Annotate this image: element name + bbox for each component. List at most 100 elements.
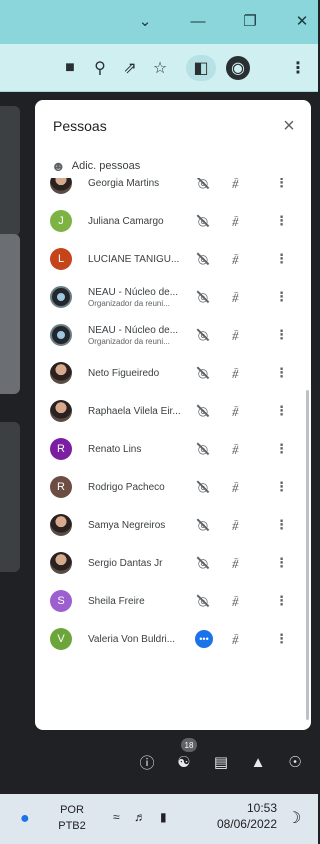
profile-icon[interactable]: ◉ — [226, 56, 250, 80]
more-options-icon[interactable]: ⋮ — [275, 251, 288, 267]
more-options-icon[interactable]: ⋮ — [275, 593, 288, 609]
pin-icon[interactable]: ⧤ — [232, 214, 239, 229]
participant-info: Valeria Von Buldri... — [88, 634, 188, 645]
participant-row[interactable]: NEAU - Núcleo de... Organizador da reuni.… — [35, 316, 311, 354]
people-count-badge: 18 — [181, 738, 197, 752]
clock[interactable]: 10:53 08/06/2022 — [197, 800, 277, 832]
restore-icon[interactable]: ❐ — [237, 8, 263, 34]
mic-off-icon[interactable]: ◎ — [195, 403, 211, 419]
mic-off-icon[interactable]: ◎ — [195, 178, 211, 191]
pin-icon[interactable]: ⧤ — [232, 290, 239, 305]
activities-icon[interactable]: ▲ — [246, 750, 270, 774]
battery-icon[interactable]: ▮ — [160, 810, 167, 824]
participant-row[interactable]: Georgia Martins ◎ ⧤ ⋮ — [35, 178, 311, 202]
participant-row[interactable]: R Rodrigo Pacheco ◎ ⧤ ⋮ — [35, 468, 311, 506]
more-options-icon[interactable]: ⋮ — [275, 517, 288, 533]
mic-off-icon[interactable]: ◎ — [195, 517, 211, 533]
scrollbar[interactable] — [306, 390, 309, 720]
participant-name: Neto Figueiredo — [88, 367, 160, 379]
participant-name: NEAU - Núcleo de... — [88, 286, 179, 298]
mic-off-icon[interactable]: ◎ — [195, 441, 211, 457]
more-options-icon[interactable]: ⋮ — [275, 213, 288, 229]
participant-row[interactable]: Raphaela Vilela Eir... ◎ ⧤ ⋮ — [35, 392, 311, 430]
pin-icon[interactable]: ⧤ — [232, 556, 239, 571]
participant-row[interactable]: L LUCIANE TANIGU... ◎ ⧤ ⋮ — [35, 240, 311, 278]
participant-row[interactable]: Samya Negreiros ◎ ⧤ ⋮ — [35, 506, 311, 544]
pin-icon[interactable]: ⧤ — [232, 518, 239, 533]
more-options-icon[interactable]: ⋮ — [275, 289, 288, 305]
participant-info: Samya Negreiros — [88, 520, 188, 531]
pin-icon[interactable]: ⧤ — [232, 252, 239, 267]
participant-name: Sheila Freire — [88, 595, 145, 607]
mic-off-icon[interactable]: ◎ — [195, 593, 211, 609]
minimize-icon[interactable]: — — [185, 8, 211, 34]
participant-info: Rodrigo Pacheco — [88, 482, 188, 493]
pin-icon[interactable]: ⧤ — [232, 632, 239, 647]
video-tile — [0, 106, 20, 236]
chevron-down-icon[interactable]: ⌄ — [132, 8, 158, 34]
participant-row[interactable]: J Juliana Camargo ◎ ⧤ ⋮ — [35, 202, 311, 240]
more-options-icon[interactable]: ⋮ — [275, 441, 288, 457]
more-options-icon[interactable]: ⋮ — [275, 365, 288, 381]
more-options-icon[interactable]: ⋮ — [275, 479, 288, 495]
more-options-icon[interactable]: ⋮ — [275, 178, 288, 191]
sidebar-icon[interactable]: ◧ — [186, 55, 216, 81]
participant-row[interactable]: Neto Figueiredo ◎ ⧤ ⋮ — [35, 354, 311, 392]
add-people-button[interactable]: ☻ Adic. pessoas — [51, 158, 140, 174]
participant-row[interactable]: Sergio Dantas Jr ◎ ⧤ ⋮ — [35, 544, 311, 582]
more-options-icon[interactable]: ⋮ — [275, 327, 288, 343]
people-icon[interactable]: ☯ — [172, 750, 196, 774]
participant-row[interactable]: S Sheila Freire ◎ ⧤ ⋮ — [35, 582, 311, 620]
share-icon[interactable]: ⇗ — [118, 56, 142, 80]
pin-icon[interactable]: ⧤ — [232, 594, 239, 609]
more-options-icon[interactable]: ⋮ — [275, 555, 288, 571]
participant-info: Sheila Freire — [88, 596, 188, 607]
camera-icon[interactable]: ■ — [58, 56, 82, 80]
language-indicator[interactable]: POR PTB2 — [52, 802, 92, 834]
add-person-icon: ☻ — [51, 158, 66, 174]
wifi-icon[interactable]: ≈ — [113, 810, 120, 824]
mic-off-icon[interactable]: ◎ — [195, 479, 211, 495]
avatar: V — [50, 628, 72, 650]
pin-icon[interactable]: ⧤ — [232, 366, 239, 381]
participants-list[interactable]: Georgia Martins ◎ ⧤ ⋮ J Juliana Camargo ◎ ⧤ ⋮ L LU… — [35, 178, 311, 730]
pin-icon[interactable]: ⧤ — [232, 328, 239, 343]
participant-row[interactable]: R Renato Lins ◎ ⧤ ⋮ — [35, 430, 311, 468]
pin-icon[interactable]: ⧤ — [232, 178, 239, 191]
mic-off-icon[interactable]: ◎ — [195, 251, 211, 267]
volume-icon[interactable]: ♬ — [134, 810, 146, 824]
avatar: R — [50, 476, 72, 498]
mic-off-icon[interactable]: ◎ — [195, 327, 211, 343]
pin-icon[interactable]: ⧤ — [232, 442, 239, 457]
zoom-icon[interactable]: ⚲ — [88, 56, 112, 80]
avatar — [50, 178, 72, 194]
mic-off-icon[interactable]: ◎ — [195, 555, 211, 571]
star-icon[interactable]: ☆ — [148, 56, 172, 80]
language-bottom: PTB2 — [58, 820, 86, 832]
participant-row[interactable]: V Valeria Von Buldri... ••• ⧤ ⋮ — [35, 620, 311, 658]
menu-icon[interactable]: ⋮ — [286, 56, 310, 80]
chat-icon[interactable]: ▤ — [209, 750, 233, 774]
info-icon[interactable]: ⓘ — [135, 750, 159, 774]
microphone-icon[interactable]: ● — [20, 810, 30, 828]
more-actions-icon[interactable]: ••• — [195, 630, 213, 648]
avatar — [50, 400, 72, 422]
pin-icon[interactable]: ⧤ — [232, 480, 239, 495]
panel-title: Pessoas — [53, 118, 107, 134]
close-icon[interactable]: ✕ — [289, 8, 315, 34]
video-tile — [0, 234, 20, 394]
participant-role: Organizador da reuni... — [88, 336, 170, 346]
close-panel-icon[interactable]: × — [277, 114, 301, 138]
pin-icon[interactable]: ⧤ — [232, 404, 239, 419]
more-options-icon[interactable]: ⋮ — [275, 631, 288, 647]
mic-off-icon[interactable]: ◎ — [195, 289, 211, 305]
night-mode-icon[interactable]: ☽ — [287, 808, 301, 828]
avatar — [50, 286, 72, 308]
video-tile — [0, 422, 20, 572]
participant-row[interactable]: NEAU - Núcleo de... Organizador da reuni.… — [35, 278, 311, 316]
more-options-icon[interactable]: ⋮ — [275, 403, 288, 419]
host-controls-icon[interactable]: ☉ — [283, 750, 307, 774]
participant-info: LUCIANE TANIGU... — [88, 254, 188, 265]
mic-off-icon[interactable]: ◎ — [195, 213, 211, 229]
mic-off-icon[interactable]: ◎ — [195, 365, 211, 381]
